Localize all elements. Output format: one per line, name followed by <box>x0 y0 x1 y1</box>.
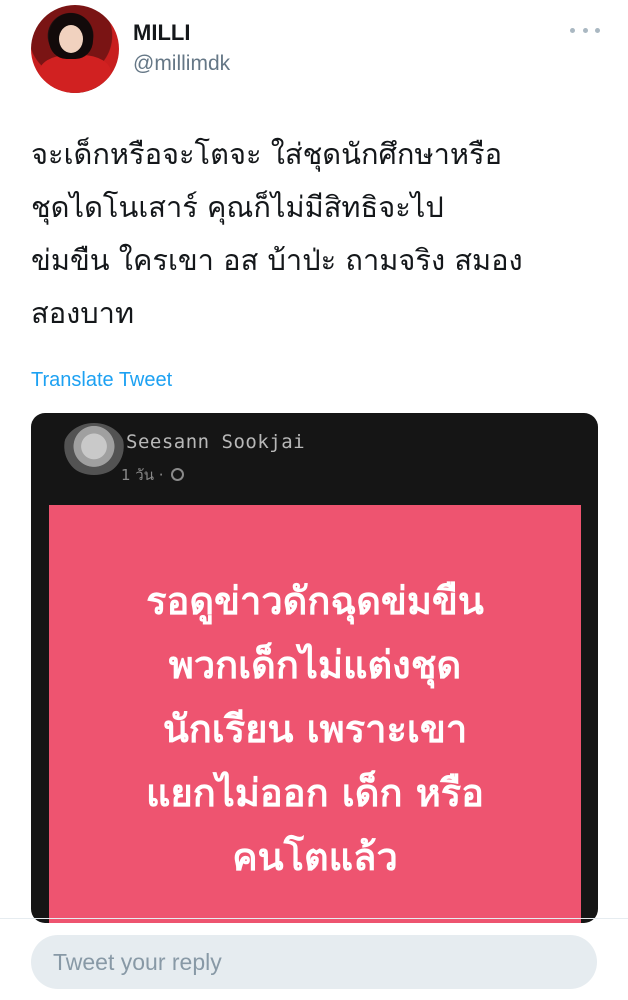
fb-card-line: นักเรียน เพราะเขา <box>162 707 468 751</box>
avatar-body-shape <box>39 55 111 93</box>
reply-input[interactable] <box>51 947 575 977</box>
tweet-text-line: จะเด็กหรือจะโตจะ ใส่ชุดนักศึกษาหรือ <box>31 137 502 171</box>
avatar-face-shape <box>59 25 83 53</box>
more-options-icon[interactable] <box>570 20 600 40</box>
tweet-text-line: ข่มขืน ใครเขา อส บ้าป่ะ ถามจริง สมอง <box>31 243 523 277</box>
reply-box[interactable] <box>31 935 597 989</box>
tweet-text-line: ชุดไดโนเสาร์ คุณก็ไม่มีสิทธิจะไป <box>31 190 444 224</box>
tweet-media-image[interactable]: Seesann Sookjai 1 วัน · รอดูข่าวดักฉุดข่… <box>31 413 598 923</box>
fb-card-line: รอดูข่าวดักฉุดข่มขืน <box>146 579 484 623</box>
user-handle[interactable]: @millimdk <box>133 52 230 76</box>
fb-card-line: พวกเด็กไม่แต่งชุด <box>168 643 462 687</box>
fb-avatar <box>63 423 125 475</box>
tweet-header: MILLI @millimdk <box>0 0 628 100</box>
fb-author-name: Seesann Sookjai <box>126 431 306 453</box>
more-dot <box>595 27 600 33</box>
fb-card-line: คนโตแล้ว <box>232 835 398 879</box>
translate-tweet-link[interactable]: Translate Tweet <box>31 369 172 392</box>
display-name[interactable]: MILLI <box>133 20 190 46</box>
avatar[interactable] <box>31 5 119 93</box>
tweet-text-line: สองบาท <box>31 296 135 330</box>
reply-divider <box>0 918 628 919</box>
fb-card-line: แยกไม่ออก เด็ก หรือ <box>146 771 484 815</box>
fb-time-label: 1 วัน · <box>121 466 164 484</box>
globe-icon <box>171 468 185 481</box>
fb-card-text: รอดูข่าวดักฉุดข่มขืน พวกเด็กไม่แต่งชุด น… <box>49 569 581 889</box>
fb-post-time: 1 วัน · <box>121 463 185 487</box>
more-dot <box>570 27 575 33</box>
fb-text-card: รอดูข่าวดักฉุดข่มขืน พวกเด็กไม่แต่งชุด น… <box>49 505 581 923</box>
more-dot <box>582 27 588 33</box>
tweet-text: จะเด็กหรือจะโตจะ ใส่ชุดนักศึกษาหรือ ชุดไ… <box>31 128 601 340</box>
